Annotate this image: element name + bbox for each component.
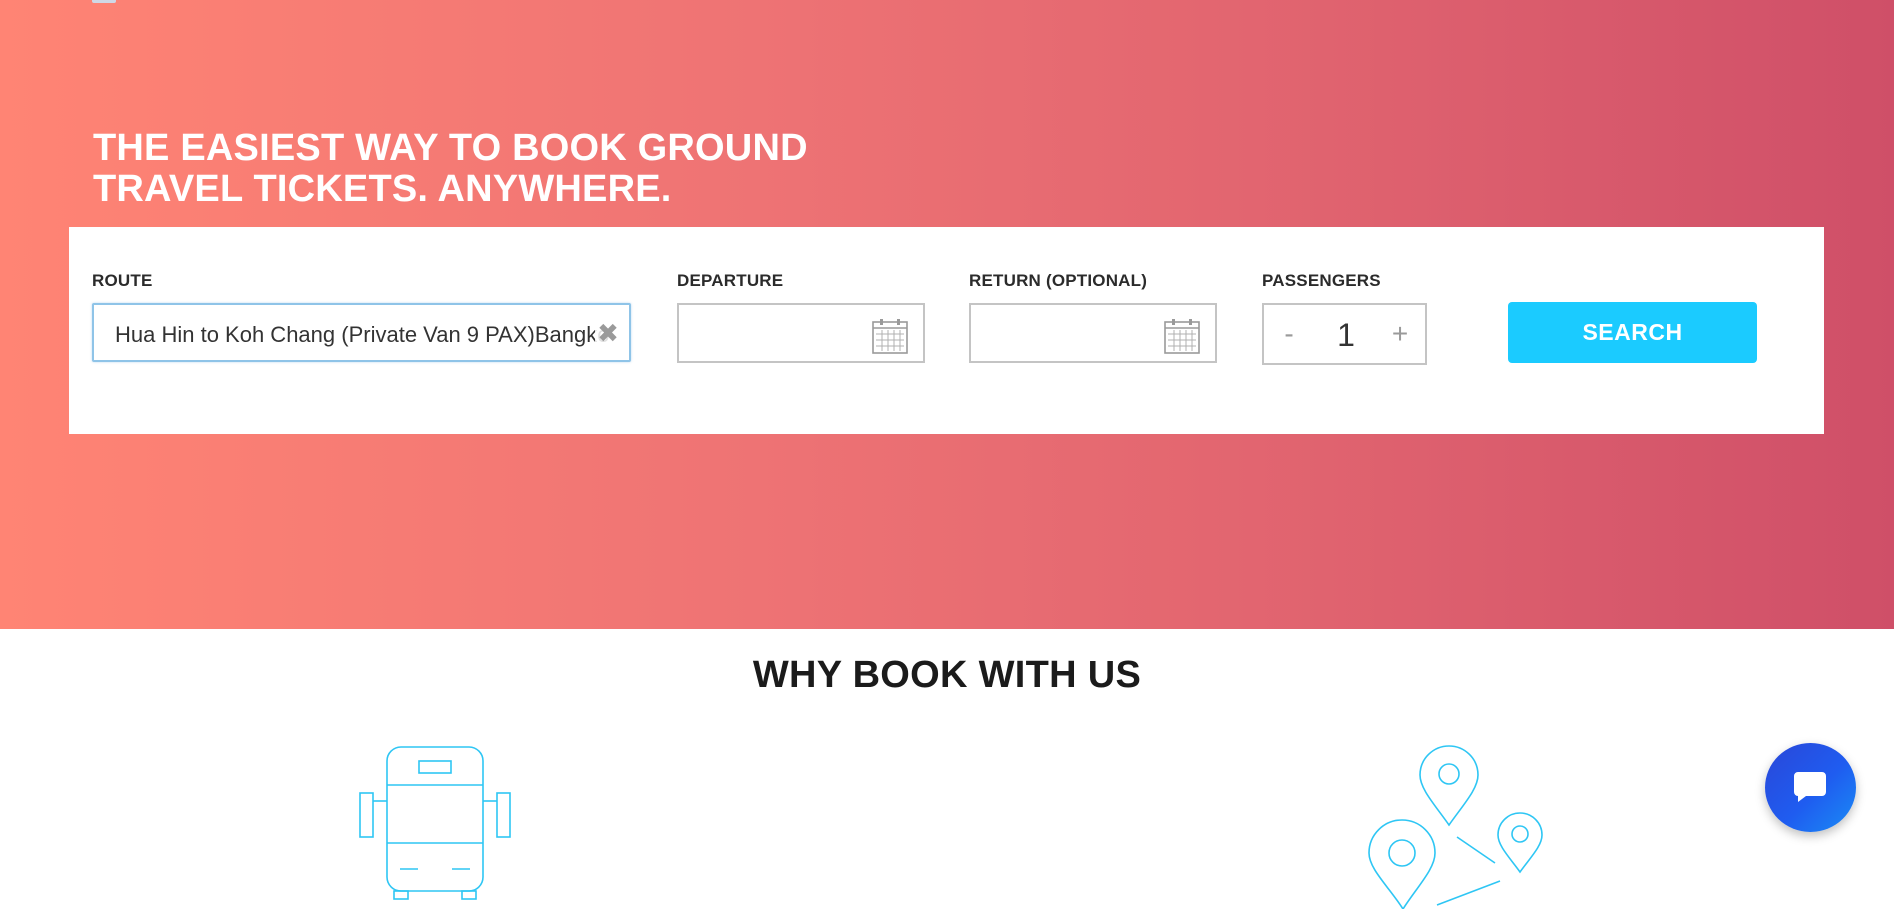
return-date-input[interactable] bbox=[969, 303, 1217, 363]
calendar-icon[interactable] bbox=[1164, 318, 1200, 354]
passengers-decrement-button[interactable]: - bbox=[1274, 319, 1304, 349]
route-label: ROUTE bbox=[92, 271, 153, 290]
route-input-value[interactable]: Hua Hin to Koh Chang (Private Van 9 PAX)… bbox=[115, 322, 610, 348]
search-button[interactable]: SEARCH bbox=[1508, 302, 1757, 363]
bus-icon bbox=[359, 746, 511, 900]
passengers-increment-button[interactable]: + bbox=[1385, 319, 1415, 349]
return-label: RETURN (OPTIONAL) bbox=[969, 271, 1148, 290]
passengers-label: PASSENGERS bbox=[1262, 271, 1381, 290]
passengers-stepper: - 1 + bbox=[1262, 303, 1427, 365]
hero-headline: THE EASIEST WAY TO BOOK GROUND TRAVEL TI… bbox=[93, 128, 893, 210]
hero-headline-line2: TRAVEL TICKETS. ANYWHERE. bbox=[93, 168, 672, 210]
calendar-icon[interactable] bbox=[872, 318, 908, 354]
header-edge-mark bbox=[92, 0, 116, 3]
departure-label: DEPARTURE bbox=[677, 271, 784, 290]
passengers-count[interactable]: 1 bbox=[1326, 317, 1366, 354]
hero-headline-line1: THE EASIEST WAY TO BOOK GROUND bbox=[93, 127, 808, 169]
close-icon[interactable]: ✖ bbox=[595, 319, 621, 347]
chat-bubble-icon[interactable] bbox=[1792, 770, 1828, 804]
hero-banner: THE EASIEST WAY TO BOOK GROUND TRAVEL TI… bbox=[0, 0, 1894, 629]
departure-date-input[interactable] bbox=[677, 303, 925, 363]
map-pins-icon bbox=[1368, 745, 1543, 909]
chat-button[interactable] bbox=[1765, 743, 1856, 832]
why-book-title: WHY BOOK WITH US bbox=[752, 654, 1142, 696]
route-input[interactable]: Hua Hin to Koh Chang (Private Van 9 PAX)… bbox=[92, 303, 631, 362]
